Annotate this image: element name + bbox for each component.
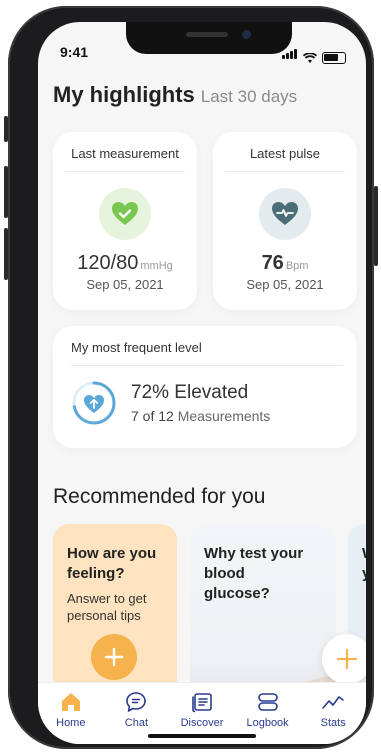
frequent-level-count-row: 7 of 12 Measurements — [131, 408, 270, 424]
frequent-level-row: 72% Elevated 7 of 12 Measurements — [53, 366, 357, 426]
battery-icon — [322, 52, 346, 64]
frequent-level-percent: 72% Elevated — [131, 382, 249, 403]
speaker — [186, 32, 228, 37]
rec-card-feeling-title: How are you feeling? — [67, 545, 157, 582]
nav-stats-label: Stats — [320, 717, 346, 729]
nav-stats[interactable]: Stats — [303, 691, 363, 729]
app-screen: 9:41 My highlights Last 30 days Last meas… — [38, 22, 366, 744]
camera — [242, 30, 251, 39]
divider — [65, 171, 185, 172]
stats-icon — [322, 696, 344, 709]
frequent-level-count-suffix: Measurements — [177, 408, 271, 424]
chat-icon — [126, 692, 147, 712]
power-button — [374, 186, 378, 266]
volume-up-button — [4, 166, 8, 218]
highlights-heading: My highlights — [53, 82, 195, 107]
frequent-level-count: 7 of 12 — [131, 408, 174, 424]
last-measurement-date: Sep 05, 2021 — [86, 277, 164, 292]
nav-logbook-label: Logbook — [246, 717, 289, 729]
frequent-level-label: My most frequent level — [71, 340, 202, 355]
last-measurement-value: 120/80 — [77, 252, 139, 274]
recommended-title: Recommended for you — [53, 485, 266, 508]
status-time: 9:41 — [60, 44, 89, 60]
plus-icon — [104, 647, 124, 667]
add-feeling-button[interactable] — [91, 634, 137, 680]
latest-pulse-date: Sep 05, 2021 — [246, 277, 324, 292]
nav-logbook[interactable]: Logbook — [238, 691, 298, 729]
nav-home-label: Home — [56, 717, 86, 729]
highlights-title: My highlights Last 30 days — [53, 82, 297, 108]
nav-chat-label: Chat — [124, 717, 149, 729]
level-ring-icon — [72, 381, 116, 425]
logbook-icon — [257, 693, 278, 711]
latest-pulse-card[interactable]: Latest pulse 76 Bpm Sep 05, 2021 — [213, 132, 357, 310]
frequent-level-card[interactable]: My most frequent level 72% Elevated 7 of… — [53, 326, 357, 448]
nav-home[interactable]: Home — [41, 691, 101, 729]
volume-down-button — [4, 228, 8, 280]
plus-icon — [336, 648, 358, 670]
notch — [126, 22, 292, 54]
phone-frame: 9:41 My highlights Last 30 days Last meas… — [4, 6, 378, 749]
last-measurement-unit: mmHg — [140, 260, 173, 272]
last-measurement-value-row: 120/80 mmHg — [53, 252, 197, 275]
rec-card-feeling-desc: Answer to get personal tips — [67, 591, 147, 623]
latest-pulse-unit: Bpm — [285, 260, 309, 272]
status-icons — [282, 46, 346, 64]
latest-pulse-label: Latest pulse — [249, 146, 321, 161]
add-button[interactable] — [322, 634, 366, 684]
rec-card-glucose-title: Why test your blood glucose? — [204, 545, 304, 602]
frequent-level-text: 72% Elevated 7 of 12 Measurements — [131, 382, 270, 424]
latest-pulse-value-row: 76 Bpm — [213, 252, 357, 275]
discover-icon — [192, 693, 212, 713]
wifi-icon — [303, 53, 317, 63]
divider — [225, 171, 345, 172]
heart-check-icon — [99, 188, 151, 240]
rec-card-partial-title: W y — [348, 524, 366, 584]
highlights-period: Last 30 days — [200, 87, 298, 106]
nav-discover-label: Discover — [180, 717, 224, 729]
last-measurement-label: Last measurement — [71, 146, 179, 161]
signal-icon — [282, 46, 298, 64]
home-icon — [61, 693, 80, 711]
nav-discover[interactable]: Discover — [172, 691, 232, 729]
home-indicator — [148, 734, 256, 738]
mute-switch — [4, 116, 8, 142]
nav-chat[interactable]: Chat — [106, 691, 166, 729]
latest-pulse-value: 76 — [261, 252, 284, 274]
heart-pulse-icon — [259, 188, 311, 240]
last-measurement-card[interactable]: Last measurement 120/80 mmHg Sep 05, 2021 — [53, 132, 197, 310]
